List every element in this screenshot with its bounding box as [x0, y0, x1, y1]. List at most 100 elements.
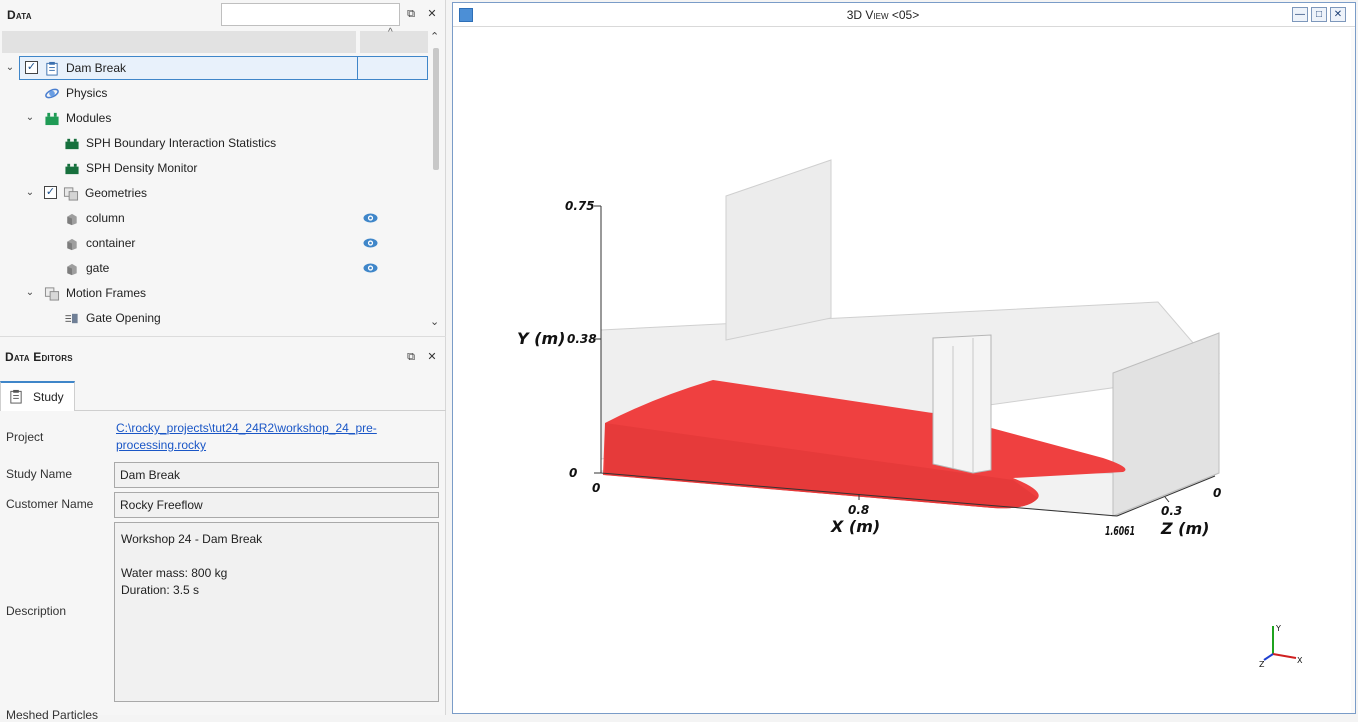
tree-item-container[interactable]: container [0, 231, 430, 256]
geometries-icon [63, 187, 79, 201]
geometry-icon [67, 213, 77, 226]
tree-header-visibility[interactable]: ^ [360, 27, 428, 53]
x-tick-end: 1.6061 [1105, 524, 1135, 538]
sort-indicator: ^ [388, 27, 393, 38]
tree-item-dam-break[interactable]: ⌄ ✓ Dam Break [0, 56, 430, 81]
scroll-up-icon[interactable]: ⌃ [430, 30, 439, 43]
float-icon[interactable]: ⧉ [404, 7, 418, 21]
tree-item-label: Geometries [85, 186, 148, 200]
gate-plate [725, 159, 832, 341]
z-tick-zero: 0 [1213, 486, 1221, 500]
motion-frames-icon [44, 287, 60, 301]
3d-viewport[interactable]: 0.75 0.38 0 Y (m) 0 0.8 1.6061 X (m) 0 0… [453, 28, 1355, 713]
x-tick-zero: 0 [592, 481, 600, 495]
view-title-bar[interactable]: 3D View <05> — □ ✕ [453, 3, 1355, 27]
tree-item-label: container [86, 236, 136, 250]
module-block-icon [65, 138, 79, 150]
tab-label: Study [33, 390, 64, 404]
view-title: 3D View <05> [846, 8, 920, 22]
chevron-down-icon[interactable]: ⌄ [24, 287, 36, 299]
application-window: Data ⧉ ✕ ^ ⌃ ⌄ ⌄ ✓ Dam Break Physics ⌄ M… [0, 0, 1358, 722]
tree-item-column[interactable]: column [0, 206, 430, 231]
minimize-icon[interactable]: — [1292, 7, 1308, 22]
x-axis-label: X (m) [830, 517, 880, 536]
physics-icon [45, 88, 59, 99]
tree-item-label: gate [86, 261, 110, 275]
close-icon[interactable]: ✕ [425, 7, 439, 21]
scroll-down-icon[interactable]: ⌄ [430, 315, 439, 328]
scrollbar-thumb[interactable] [433, 48, 439, 170]
float-icon[interactable]: ⧉ [404, 350, 418, 364]
y-axis-label: Y (m) [517, 329, 565, 348]
tree-item-sph-boundary[interactable]: SPH Boundary Interaction Statistics [0, 131, 430, 156]
chevron-down-icon[interactable]: ⌄ [24, 112, 36, 124]
close-icon[interactable]: ✕ [425, 350, 439, 364]
modules-icon [45, 112, 59, 126]
description-line [121, 548, 432, 565]
motion-frame-icon [65, 313, 78, 324]
triad-x-label: X [1297, 656, 1303, 665]
tree-item-motion-frames[interactable]: ⌄ Motion Frames [0, 281, 430, 306]
meshed-particles-label: Meshed Particles [6, 708, 99, 722]
tree-item-label: column [86, 211, 125, 225]
description-field[interactable]: Workshop 24 - Dam Break Water mass: 800 … [114, 522, 439, 702]
y-tick-mid: 0.38 [567, 332, 597, 346]
customer-name-label: Customer Name [6, 497, 94, 511]
close-icon[interactable]: ✕ [1330, 7, 1346, 22]
geometry-icon [67, 238, 77, 251]
tab-study[interactable]: Study [0, 381, 75, 411]
tree-item-physics[interactable]: Physics [0, 81, 430, 106]
z-tick-mid: 0.3 [1161, 504, 1182, 518]
module-block-icon [65, 163, 79, 175]
description-line: Workshop 24 - Dam Break [121, 532, 263, 546]
eye-icon[interactable] [363, 238, 378, 248]
dam-break-checkbox[interactable]: ✓ [25, 61, 38, 74]
tree-item-label: Physics [66, 86, 108, 100]
geometry-icon [67, 263, 77, 276]
tree-header-name[interactable] [2, 31, 356, 53]
z-axis-label: Z (m) [1160, 519, 1209, 538]
eye-icon[interactable] [363, 213, 378, 223]
description-label: Description [6, 604, 67, 618]
eye-icon[interactable] [363, 263, 378, 273]
y-tick-top: 0.75 [565, 199, 595, 213]
data-search-input[interactable] [221, 3, 400, 26]
view-edge [1351, 28, 1355, 713]
tree-item-sph-density[interactable]: SPH Density Monitor [0, 156, 430, 181]
tree-item-modules[interactable]: ⌄ Modules [0, 106, 430, 131]
triad-z-label: Z [1259, 660, 1265, 669]
clipboard-icon [46, 61, 58, 76]
chevron-down-icon[interactable]: ⌄ [24, 187, 36, 199]
project-path-link[interactable]: C:\rocky_projects\tut24_24R2\workshop_24… [116, 420, 386, 454]
maximize-icon[interactable]: □ [1311, 7, 1327, 22]
study-name-field[interactable]: Dam Break [114, 462, 439, 488]
tree-item-label: Motion Frames [66, 286, 147, 300]
chevron-down-icon[interactable]: ⌄ [4, 62, 16, 74]
tree-item-label: Gate Opening [86, 311, 161, 325]
clipboard-icon [10, 389, 22, 404]
customer-name-field[interactable]: Rocky Freeflow [114, 492, 439, 518]
tree-item-label: SPH Boundary Interaction Statistics [86, 136, 277, 150]
3d-view-window: 3D View <05> — □ ✕ 0.75 0.38 0 Y (m) 0 0… [452, 2, 1356, 714]
study-name-label: Study Name [6, 467, 73, 481]
geometries-checkbox[interactable]: ✓ [44, 186, 57, 199]
description-line: Duration: 3.5 s [121, 583, 200, 597]
x-tick-mid: 0.8 [848, 503, 869, 517]
triad-y-label: Y [1275, 624, 1281, 633]
orientation-triad: Y X Z [1259, 624, 1303, 669]
y-tick-zero: 0 [569, 466, 577, 480]
column-geometry [932, 334, 992, 474]
tree-item-label: Dam Break [66, 61, 127, 75]
tree-item-gate-opening[interactable]: Gate Opening [0, 306, 430, 331]
tree-item-gate[interactable]: gate [0, 256, 430, 281]
panel-divider[interactable] [0, 336, 446, 337]
tree-item-geometries[interactable]: ⌄ ✓ Geometries [0, 181, 430, 206]
data-panel-title: Data [7, 8, 32, 22]
tree-item-label: Modules [66, 111, 112, 125]
tree-item-label: SPH Density Monitor [86, 161, 198, 175]
data-editors-title: Data Editors [5, 350, 73, 364]
left-panel: Data ⧉ ✕ ^ ⌃ ⌄ ⌄ ✓ Dam Break Physics ⌄ M… [0, 0, 446, 722]
tree-scrollbar[interactable]: ⌃ ⌄ [430, 30, 440, 330]
description-line: Water mass: 800 kg [121, 566, 228, 580]
project-label: Project [6, 430, 44, 444]
